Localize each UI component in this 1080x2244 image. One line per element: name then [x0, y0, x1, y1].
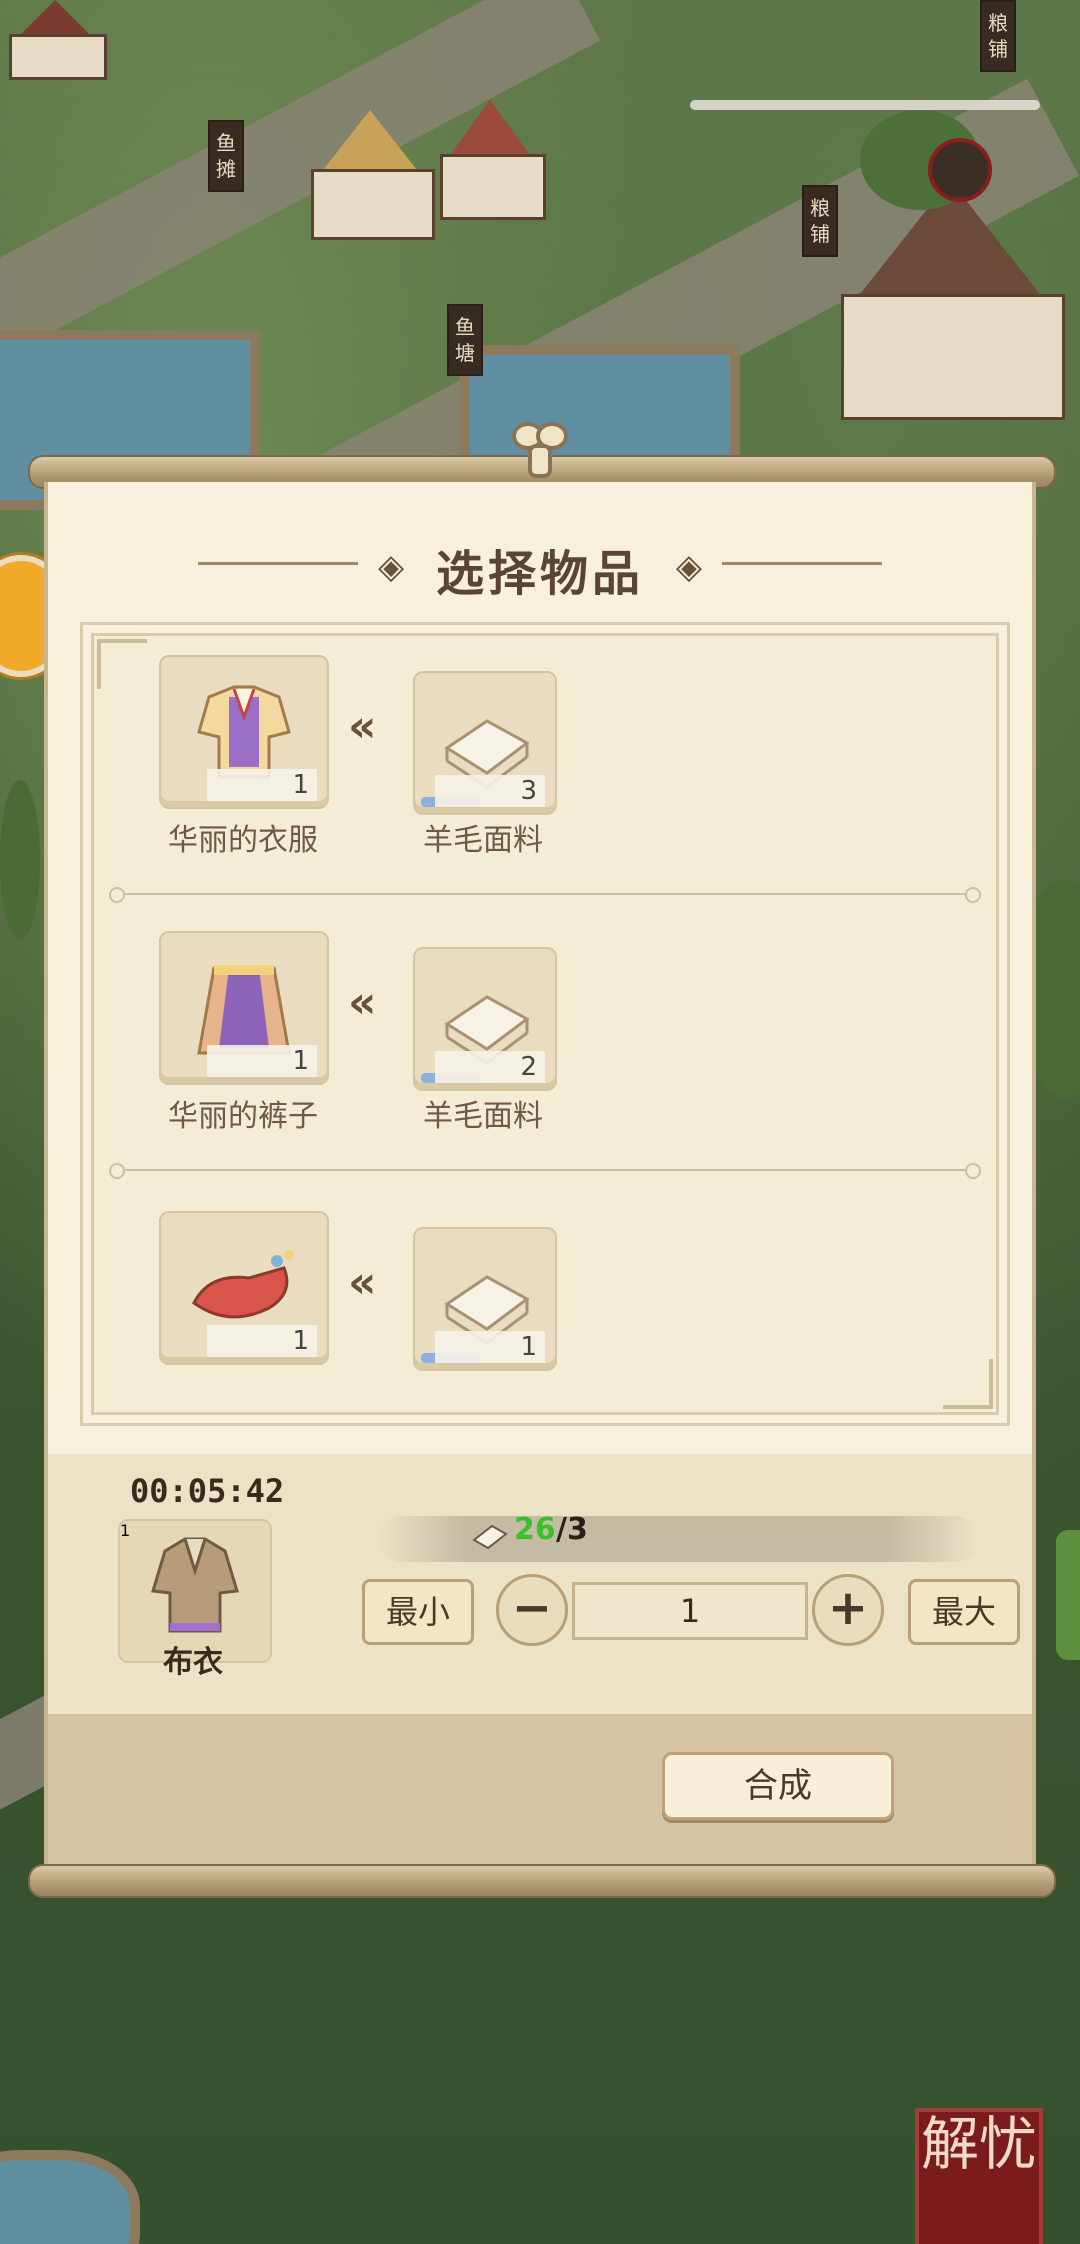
tree — [0, 780, 40, 940]
product-name: 华丽的裤子 — [168, 1099, 318, 1134]
sign-fish-stall: 鱼摊 — [208, 120, 244, 192]
material-name: 羊毛面料 — [423, 1099, 543, 1134]
top-status-bar — [690, 100, 1040, 110]
pond — [0, 2150, 140, 2244]
product-slot[interactable]: 1 — [159, 931, 329, 1085]
no-entry-icon — [928, 138, 992, 202]
knot-ornament-icon — [512, 422, 568, 478]
material-slot[interactable]: 1 — [413, 1227, 557, 1371]
stall — [300, 110, 440, 240]
sign-grain-shop: 粮铺 — [802, 185, 838, 257]
quantity-input[interactable]: 1 — [572, 1582, 808, 1640]
recipe-row[interactable]: 1 华丽的衣服 « 3 羊毛面料 — [83, 655, 1007, 895]
material-quantity: 3 — [435, 775, 545, 807]
material-quantity: 1 — [435, 1331, 545, 1363]
dialog-title: 选择物品 — [435, 546, 644, 602]
material-required-count: /3 — [556, 1512, 588, 1547]
max-button[interactable]: 最大 — [908, 1579, 1020, 1645]
product-slot[interactable]: 1 — [159, 655, 329, 809]
selected-product-name: 布衣 — [163, 1645, 223, 1680]
craft-panel: 00:05:42 1 布衣 26 /3 最小 − 1 + 最大 — [48, 1454, 1032, 1714]
material-name: 羊毛面料 — [423, 823, 543, 858]
product-quantity: 1 — [207, 769, 317, 801]
double-chevron-left-icon: « — [348, 977, 377, 1028]
house — [820, 180, 1080, 420]
stall — [0, 0, 110, 80]
stall — [430, 100, 550, 220]
row-divider — [109, 887, 981, 903]
recipe-list[interactable]: 1 华丽的衣服 « 3 羊毛面料 1 华丽的裤子 « 2 羊毛面料 1 « 1 — [80, 622, 1010, 1426]
increase-button[interactable]: + — [812, 1574, 884, 1646]
double-chevron-left-icon: « — [348, 1257, 377, 1308]
product-quantity: 1 — [207, 1325, 317, 1357]
material-owned-count: 26 — [514, 1512, 556, 1547]
row-divider — [109, 1163, 981, 1179]
recipe-row[interactable]: 1 华丽的裤子 « 2 羊毛面料 — [83, 931, 1007, 1171]
sign-grain-shop: 粮铺 — [980, 0, 1016, 72]
dialog-footer: 合成 — [48, 1714, 1032, 1870]
craft-timer: 00:05:42 — [130, 1472, 285, 1510]
synthesize-button[interactable]: 合成 — [662, 1752, 894, 1820]
product-slot[interactable]: 1 — [159, 1211, 329, 1365]
min-button[interactable]: 最小 — [362, 1579, 474, 1645]
double-chevron-left-icon: « — [348, 701, 377, 752]
sign-fish-pond: 鱼塘 — [447, 304, 483, 376]
decrease-button[interactable]: − — [496, 1574, 568, 1646]
side-menu-tab[interactable] — [1056, 1530, 1080, 1660]
product-quantity: 1 — [207, 1045, 317, 1077]
seal-stamp-button[interactable]: 解忧 — [915, 2108, 1043, 2244]
recipe-row[interactable]: 1 « 1 — [83, 1211, 1007, 1451]
scroll-rod-bottom — [28, 1864, 1056, 1898]
cloth-robe-icon — [151, 1537, 239, 1633]
material-progress-bar — [378, 1516, 978, 1562]
material-slot[interactable]: 2 — [413, 947, 557, 1091]
material-quantity: 2 — [435, 1051, 545, 1083]
fabric-roll-icon — [472, 1524, 508, 1550]
select-item-dialog: ◈ ◈ 选择物品 1 华丽的衣服 « 3 羊毛面料 1 华丽的裤子 « 2 羊毛… — [44, 482, 1036, 1870]
material-slot[interactable]: 3 — [413, 671, 557, 815]
product-name: 华丽的衣服 — [168, 823, 318, 858]
